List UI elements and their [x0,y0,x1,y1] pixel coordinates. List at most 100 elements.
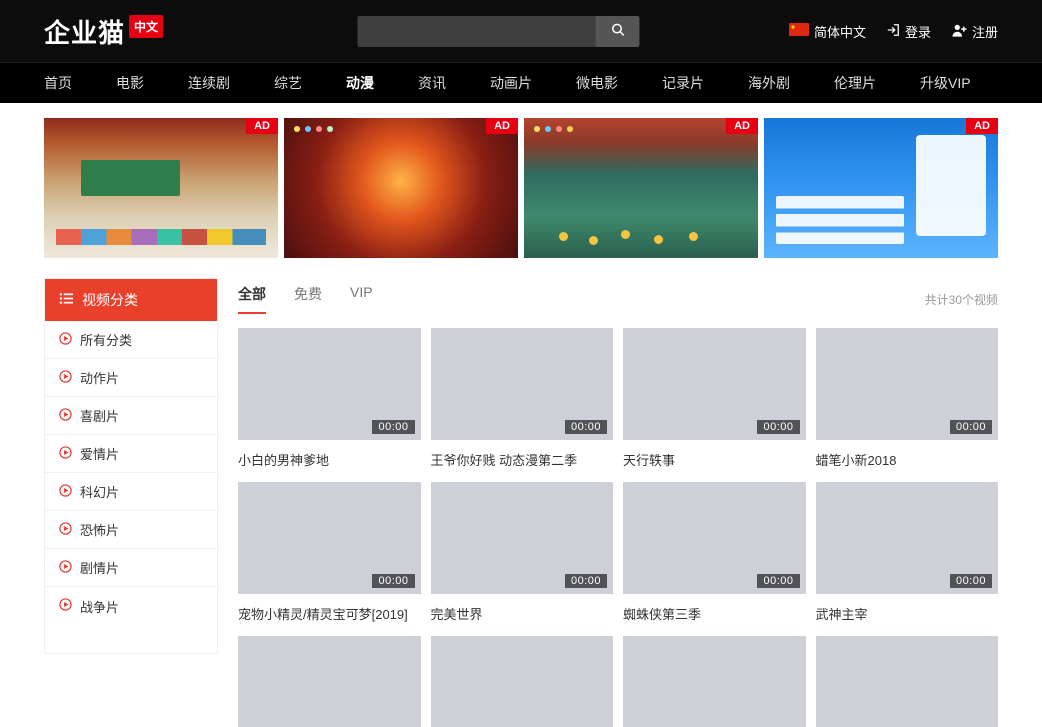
play-circle-icon [59,522,72,538]
ad-banner[interactable]: AD [44,118,278,258]
sidebar-category-item[interactable]: 动作片 [45,359,217,397]
duration-badge: 00:00 [950,420,992,434]
video-count-label: 共计30个视频 [925,291,998,308]
video-card[interactable] [816,636,999,727]
sidebar-category-label: 剧情片 [80,558,119,577]
video-title[interactable]: 王爷你好贱 动态漫第二季 [431,450,614,469]
nav-item[interactable]: 伦理片 [834,73,876,93]
search-button[interactable] [595,16,639,47]
nav-item[interactable]: 综艺 [274,73,302,93]
video-title[interactable]: 小白的男神爹地 [238,450,421,469]
language-label: 简体中文 [814,22,866,41]
video-grid: 00:00 小白的男神爹地 00:00 王爷你好贱 动态漫第二季 00:00 天… [238,328,998,727]
video-card[interactable] [431,636,614,727]
ad-banner[interactable]: AD [284,118,518,258]
sidebar-category-item[interactable]: 喜剧片 [45,397,217,435]
sidebar-category-item[interactable]: 战争片 [45,587,217,625]
video-thumbnail: 00:00 [623,482,806,594]
sidebar-category-label: 科幻片 [80,482,119,501]
video-title[interactable]: 蜡笔小新2018 [816,450,999,469]
flag-icon [789,23,809,39]
nav-item[interactable]: 首页 [44,73,72,93]
duration-badge: 00:00 [757,574,799,588]
sidebar-header: 视频分类 [45,279,217,321]
nav-item[interactable]: 记录片 [662,73,704,93]
main-nav: 首页 电影 连续剧 综艺 动漫 资讯 动画片 微电影 记录片 海外剧 伦理片 升… [0,62,1042,103]
play-circle-icon [59,370,72,386]
video-card[interactable] [238,636,421,727]
sidebar-category-label: 所有分类 [80,330,132,349]
site-logo[interactable]: 企业猫 中文 [44,13,163,50]
video-card[interactable]: 00:00 小白的男神爹地 [238,328,421,469]
video-thumbnail [431,636,614,727]
filter-tabs: 全部 免费 VIP [238,284,373,314]
logo-text: 企业猫 [44,13,125,50]
login-icon [886,23,900,40]
video-title[interactable]: 完美世界 [431,604,614,623]
play-circle-icon [59,484,72,500]
search-input[interactable] [357,16,595,47]
video-card[interactable]: 00:00 蜘蛛侠第三季 [623,482,806,623]
video-card[interactable] [623,636,806,727]
duration-badge: 00:00 [950,574,992,588]
sidebar-category-item[interactable]: 剧情片 [45,549,217,587]
nav-item[interactable]: 连续剧 [188,73,230,93]
sidebar-category-item[interactable]: 所有分类 [45,321,217,359]
video-card[interactable]: 00:00 天行轶事 [623,328,806,469]
login-link[interactable]: 登录 [886,22,931,41]
category-sidebar: 视频分类 所有分类 动作片 [44,278,218,654]
video-card[interactable]: 00:00 蜡笔小新2018 [816,328,999,469]
filter-tabs-row: 全部 免费 VIP 共计30个视频 [238,284,998,314]
video-title[interactable]: 天行轶事 [623,450,806,469]
nav-item[interactable]: 电影 [116,73,144,93]
register-link[interactable]: 注册 [951,22,998,41]
duration-badge: 00:00 [757,420,799,434]
video-thumbnail [816,636,999,727]
sidebar-category-item[interactable]: 科幻片 [45,473,217,511]
video-thumbnail: 00:00 [623,328,806,440]
duration-badge: 00:00 [372,574,414,588]
sidebar-category-label: 战争片 [80,597,119,616]
logo-language-badge: 中文 [129,15,163,38]
video-thumbnail: 00:00 [816,482,999,594]
search-icon [610,22,625,40]
ad-banner[interactable]: AD [524,118,758,258]
search-bar [357,16,639,47]
video-card[interactable]: 00:00 完美世界 [431,482,614,623]
sidebar-category-label: 喜剧片 [80,406,119,425]
duration-badge: 00:00 [565,574,607,588]
video-title[interactable]: 宠物小精灵/精灵宝可梦[2019] [238,604,421,623]
video-card[interactable]: 00:00 武神主宰 [816,482,999,623]
nav-item[interactable]: 升级VIP [920,73,971,93]
ad-banner[interactable]: AD [764,118,998,258]
video-thumbnail: 00:00 [238,482,421,594]
filter-tab[interactable]: 全部 [238,284,266,314]
ad-badge: AD [966,118,998,134]
nav-item[interactable]: 动漫 [346,73,374,93]
video-card[interactable]: 00:00 王爷你好贱 动态漫第二季 [431,328,614,469]
duration-badge: 00:00 [565,420,607,434]
nav-item[interactable]: 资讯 [418,73,446,93]
topbar-right: 简体中文 登录 注册 [789,22,998,41]
nav-item[interactable]: 动画片 [490,73,532,93]
video-thumbnail: 00:00 [431,328,614,440]
play-circle-icon [59,560,72,576]
ad-badge: AD [246,118,278,134]
sidebar-category-label: 动作片 [80,368,119,387]
register-label: 注册 [972,22,998,41]
filter-tab[interactable]: 免费 [294,284,322,314]
video-card[interactable]: 00:00 宠物小精灵/精灵宝可梦[2019] [238,482,421,623]
ad-badge: AD [486,118,518,134]
video-section: 全部 免费 VIP 共计30个视频 00:00 小白的男神爹地 [238,278,998,727]
sidebar-category-item[interactable]: 爱情片 [45,435,217,473]
language-switcher[interactable]: 简体中文 [789,22,866,41]
nav-item[interactable]: 微电影 [576,73,618,93]
nav-item[interactable]: 海外剧 [748,73,790,93]
sidebar-category-label: 爱情片 [80,444,119,463]
filter-tab[interactable]: VIP [350,284,373,314]
list-icon [59,292,74,308]
video-title[interactable]: 武神主宰 [816,604,999,623]
sidebar-category-item[interactable]: 恐怖片 [45,511,217,549]
video-title[interactable]: 蜘蛛侠第三季 [623,604,806,623]
video-thumbnail [238,636,421,727]
